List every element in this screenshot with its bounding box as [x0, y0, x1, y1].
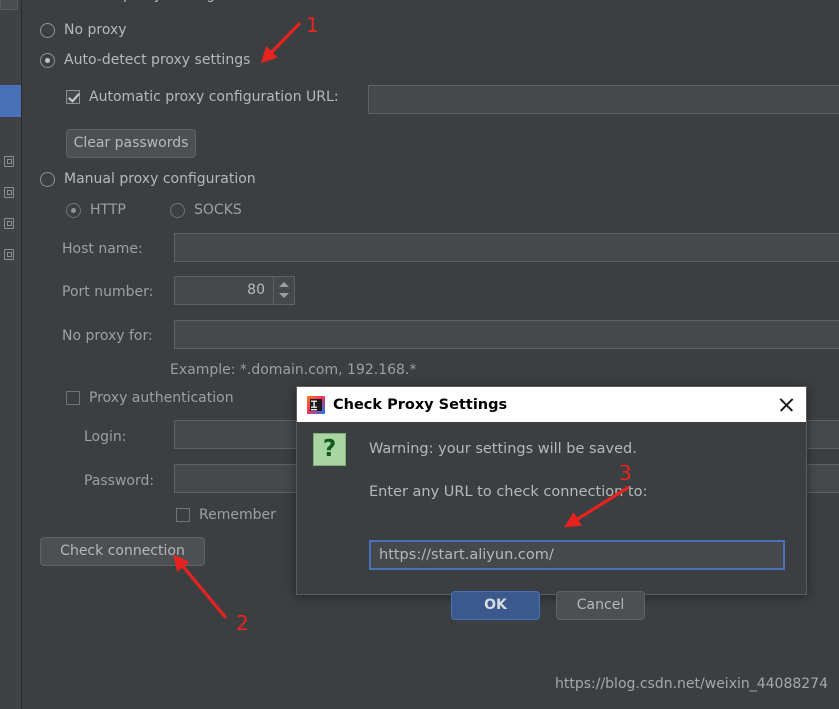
no-proxy-for-input[interactable] [174, 320, 839, 349]
http-proxy-settings-panel: Auto-detect proxy settings No proxy Auto… [22, 0, 839, 709]
auto-detect-proxy-settings-label: Auto-detect proxy settings [64, 52, 251, 68]
port-number-stepper[interactable] [274, 276, 295, 305]
watermark-url: https://blog.csdn.net/weixin_44088274 [554, 676, 828, 692]
remember-checkbox-row[interactable]: Remember [176, 507, 276, 523]
proxy-authentication-row[interactable]: Proxy authentication [66, 390, 234, 406]
clear-passwords-button[interactable]: Clear passwords [66, 129, 196, 158]
no-proxy-label: No proxy [64, 22, 127, 38]
cancel-button[interactable]: Cancel [556, 591, 645, 620]
check-connection-button[interactable]: Check connection [40, 537, 205, 566]
login-label-wrap: Login: [84, 426, 127, 445]
http-protocol-label: HTTP [90, 202, 126, 218]
manual-proxy-configuration-radio[interactable] [40, 171, 55, 187]
password-label: Password: [84, 473, 155, 489]
document-icon[interactable] [3, 155, 17, 169]
socks-protocol-radio-row[interactable]: SOCKS [170, 202, 242, 218]
auto-detect-proxy-settings-radio[interactable] [40, 52, 55, 68]
port-number-label: Port number: [62, 284, 154, 300]
login-label: Login: [84, 429, 127, 445]
http-protocol-radio[interactable] [66, 202, 81, 218]
check-proxy-settings-dialog: Check Proxy Settings ? Warning: your set… [296, 386, 807, 620]
proxy-authentication-checkbox[interactable] [66, 391, 80, 405]
intellij-idea-logo-icon [307, 395, 325, 414]
dialog-title: Check Proxy Settings [333, 396, 508, 413]
http-protocol-radio-row[interactable]: HTTP [66, 202, 126, 218]
document-icon[interactable] [3, 217, 17, 231]
left-tool-strip [0, 0, 22, 709]
close-icon[interactable] [777, 395, 796, 414]
dialog-body: ? Warning: your settings will be saved. … [297, 422, 806, 620]
port-number-input[interactable]: 80 [174, 276, 274, 305]
question-mark-icon: ? [313, 433, 346, 466]
ok-button[interactable]: OK [451, 591, 540, 620]
port-number-label-wrap: Port number: [62, 281, 153, 300]
document-icon[interactable] [3, 186, 17, 200]
manual-proxy-configuration-radio-row[interactable]: Manual proxy configuration [40, 171, 256, 187]
host-name-label: Host name: [62, 241, 143, 257]
tool-strip-top-tab[interactable] [0, 0, 18, 10]
dialog-url-input[interactable]: https://start.aliyun.com/ [369, 540, 785, 570]
dialog-prompt-text: Enter any URL to check connection to: [369, 484, 648, 500]
automatic-proxy-configuration-url-checkbox[interactable] [66, 90, 80, 104]
dialog-warning-text: Warning: your settings will be saved. [369, 441, 637, 457]
no-proxy-radio[interactable] [40, 22, 55, 38]
host-name-input[interactable] [174, 233, 839, 262]
automatic-proxy-configuration-url-row[interactable]: Automatic proxy configuration URL: [66, 89, 339, 105]
stepper-down-icon[interactable] [279, 293, 289, 298]
automatic-proxy-configuration-url-input[interactable] [368, 85, 839, 114]
no-proxy-for-example-hint: Example: *.domain.com, 192.168.* [170, 362, 417, 378]
password-label-wrap: Password: [84, 470, 154, 489]
automatic-proxy-configuration-url-label: Automatic proxy configuration URL: [89, 89, 339, 105]
stepper-up-icon[interactable] [279, 282, 289, 287]
no-proxy-for-label: No proxy for: [62, 328, 153, 344]
no-proxy-radio-row[interactable]: No proxy [40, 22, 127, 38]
socks-protocol-label: SOCKS [194, 202, 242, 218]
dialog-titlebar: Check Proxy Settings [297, 387, 806, 422]
panel-header-clipped-title: Auto-detect proxy settings [36, 0, 222, 5]
manual-proxy-configuration-label: Manual proxy configuration [64, 171, 256, 187]
socks-protocol-radio[interactable] [170, 202, 185, 218]
no-proxy-for-label-wrap: No proxy for: [62, 325, 153, 344]
proxy-authentication-label: Proxy authentication [89, 390, 234, 406]
host-name-label-wrap: Host name: [62, 238, 143, 257]
document-icon[interactable] [3, 248, 17, 262]
auto-detect-proxy-settings-radio-row[interactable]: Auto-detect proxy settings [40, 52, 250, 68]
tool-strip-selected-item[interactable] [0, 85, 21, 117]
remember-checkbox[interactable] [176, 508, 190, 522]
remember-label: Remember [199, 507, 276, 523]
